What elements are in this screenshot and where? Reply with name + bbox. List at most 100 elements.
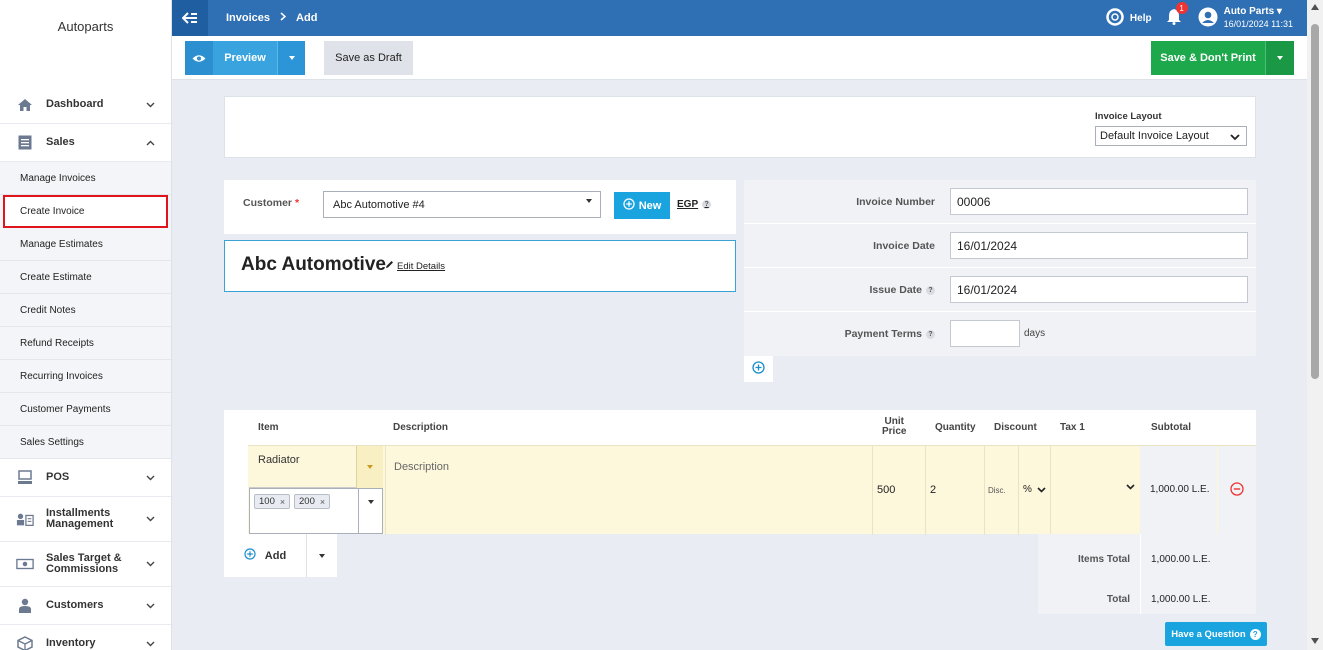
eye-icon bbox=[185, 41, 213, 75]
tag-chip: 100 × bbox=[254, 494, 291, 509]
question-icon: ? bbox=[926, 329, 935, 339]
divider bbox=[925, 446, 926, 535]
divider bbox=[1018, 446, 1019, 535]
submenu-manage-estimates[interactable]: Manage Estimates bbox=[0, 228, 171, 261]
save-dropdown-button[interactable] bbox=[1265, 41, 1294, 75]
save-dont-print-button[interactable]: Save & Don't Print bbox=[1151, 41, 1294, 75]
description-input[interactable]: Description bbox=[394, 461, 449, 473]
add-custom-field-button[interactable] bbox=[744, 356, 773, 382]
scroll-up-icon[interactable] bbox=[1311, 4, 1319, 10]
invoice-layout-select[interactable]: Default Invoice Layout bbox=[1095, 126, 1247, 146]
table-row: Radiator 100 × 200 × Description 500 2 Dis… bbox=[248, 445, 1256, 535]
header-quantity: Quantity bbox=[935, 422, 976, 433]
divider bbox=[1050, 446, 1051, 535]
caret-down-icon bbox=[367, 465, 373, 469]
invoice-number-row: Invoice Number 00006 bbox=[744, 180, 1256, 224]
home-icon bbox=[16, 96, 34, 114]
chevron-down-icon bbox=[145, 601, 155, 611]
edit-details-link[interactable]: Edit Details bbox=[385, 260, 445, 272]
add-label: Add bbox=[264, 549, 287, 562]
submenu-create-invoice[interactable]: Create Invoice bbox=[3, 195, 168, 228]
submenu-create-estimate[interactable]: Create Estimate bbox=[0, 261, 171, 294]
notification-badge: 1 bbox=[1175, 2, 1188, 14]
sidebar-item-sales[interactable]: Sales bbox=[0, 124, 171, 162]
new-label: New bbox=[638, 199, 662, 212]
chevron-down-icon bbox=[1126, 484, 1135, 490]
back-button[interactable] bbox=[172, 0, 208, 36]
submenu-manage-invoices[interactable]: Manage Invoices bbox=[0, 162, 171, 195]
preview-button[interactable]: Preview bbox=[185, 41, 305, 75]
quantity-input[interactable]: 2 bbox=[930, 484, 936, 496]
submenu-credit-notes[interactable]: Credit Notes bbox=[0, 294, 171, 327]
have-a-question-button[interactable]: Have a Question ? bbox=[1165, 622, 1267, 646]
customer-select[interactable]: Abc Automotive #4 bbox=[323, 191, 601, 218]
header-discount: Discount bbox=[994, 422, 1037, 433]
divider bbox=[1140, 534, 1141, 614]
sidebar-item-sales-target[interactable]: Sales Target & Commissions bbox=[0, 542, 171, 587]
submenu-sales-settings[interactable]: Sales Settings bbox=[0, 426, 171, 459]
submenu-refund-receipts[interactable]: Refund Receipts bbox=[0, 327, 171, 360]
submenu-recurring-invoices[interactable]: Recurring Invoices bbox=[0, 360, 171, 393]
item-dropdown-button[interactable] bbox=[356, 446, 383, 488]
discount-input[interactable]: Disc. bbox=[988, 486, 1006, 495]
question-icon: ? bbox=[1249, 628, 1261, 640]
submenu-customer-payments[interactable]: Customer Payments bbox=[0, 393, 171, 426]
issue-date-input[interactable]: 16/01/2024 bbox=[950, 276, 1248, 303]
tags-input[interactable]: 100 × 200 × bbox=[249, 488, 383, 534]
remove-tag-icon[interactable]: × bbox=[280, 497, 285, 507]
bell-icon bbox=[1166, 9, 1182, 28]
add-row-dropdown-button[interactable] bbox=[306, 534, 337, 577]
invoice-date-input[interactable]: 16/01/2024 bbox=[950, 232, 1248, 259]
add-row-button[interactable]: Add bbox=[224, 534, 306, 577]
tax-select[interactable] bbox=[1126, 484, 1135, 490]
chevron-down-icon bbox=[145, 559, 155, 569]
tags-dropdown-button[interactable] bbox=[358, 489, 382, 533]
tag-chip: 200 × bbox=[294, 494, 331, 509]
discount-type-select[interactable]: % bbox=[1023, 484, 1046, 495]
chevron-down-icon bbox=[145, 639, 155, 649]
invoice-date-label: Invoice Date bbox=[873, 240, 935, 252]
chevron-down-icon bbox=[145, 514, 155, 524]
vertical-scrollbar[interactable] bbox=[1307, 0, 1323, 650]
invoice-number-input[interactable]: 00006 bbox=[950, 188, 1248, 215]
sales-submenu: Manage Invoices Create Invoice Manage Es… bbox=[0, 162, 171, 459]
scroll-down-icon[interactable] bbox=[1311, 638, 1319, 644]
chevron-right-icon bbox=[280, 12, 287, 24]
scrollbar-thumb[interactable] bbox=[1311, 24, 1319, 379]
days-label: days bbox=[1024, 328, 1046, 339]
plus-circle-icon bbox=[623, 198, 635, 213]
payment-terms-input[interactable] bbox=[950, 320, 1020, 347]
caret-down-icon bbox=[1277, 56, 1283, 60]
minus-circle-icon bbox=[1230, 482, 1244, 499]
currency-link[interactable]: EGP? bbox=[677, 199, 712, 210]
sidebar-item-customers[interactable]: Customers bbox=[0, 587, 171, 625]
box-icon bbox=[16, 635, 34, 650]
user-menu[interactable]: Auto Parts ▾ 16/01/2024 11:31 bbox=[1198, 6, 1293, 30]
remove-row-button[interactable] bbox=[1218, 446, 1256, 535]
sidebar-item-installments[interactable]: Installments Management bbox=[0, 497, 171, 542]
totals-panel: Items Total 1,000.00 L.E. Total 1,000.00… bbox=[1038, 534, 1256, 614]
unit-price-input[interactable]: 500 bbox=[877, 484, 895, 496]
breadcrumb-invoices[interactable]: Invoices bbox=[226, 12, 270, 24]
sidebar-item-label: Sales bbox=[46, 136, 75, 148]
preview-dropdown-button[interactable] bbox=[277, 41, 305, 75]
chevron-down-icon bbox=[145, 473, 155, 483]
chevron-down-icon bbox=[1037, 486, 1046, 493]
issue-date-row: Issue Date? 16/01/2024 bbox=[744, 268, 1256, 312]
sidebar-item-inventory[interactable]: Inventory bbox=[0, 625, 171, 650]
help-button[interactable]: Help bbox=[1106, 7, 1152, 29]
money-icon bbox=[16, 555, 34, 573]
issue-date-label: Issue Date? bbox=[869, 284, 935, 296]
invoice-layout-panel: Invoice Layout Default Invoice Layout bbox=[224, 96, 1256, 158]
invoice-layout-label: Invoice Layout bbox=[1095, 111, 1162, 122]
item-select[interactable]: Radiator bbox=[249, 446, 383, 488]
new-customer-button[interactable]: New bbox=[614, 192, 670, 219]
sidebar-item-pos[interactable]: POS bbox=[0, 459, 171, 497]
plus-circle-icon bbox=[244, 548, 256, 563]
notifications-button[interactable]: 1 bbox=[1166, 2, 1188, 28]
action-bar: Preview Save as Draft Save & Don't Print bbox=[172, 36, 1307, 80]
remove-tag-icon[interactable]: × bbox=[320, 497, 325, 507]
brand-name: Autoparts bbox=[57, 19, 114, 34]
save-draft-button[interactable]: Save as Draft bbox=[324, 41, 413, 75]
sidebar-item-dashboard[interactable]: Dashboard bbox=[0, 86, 171, 124]
